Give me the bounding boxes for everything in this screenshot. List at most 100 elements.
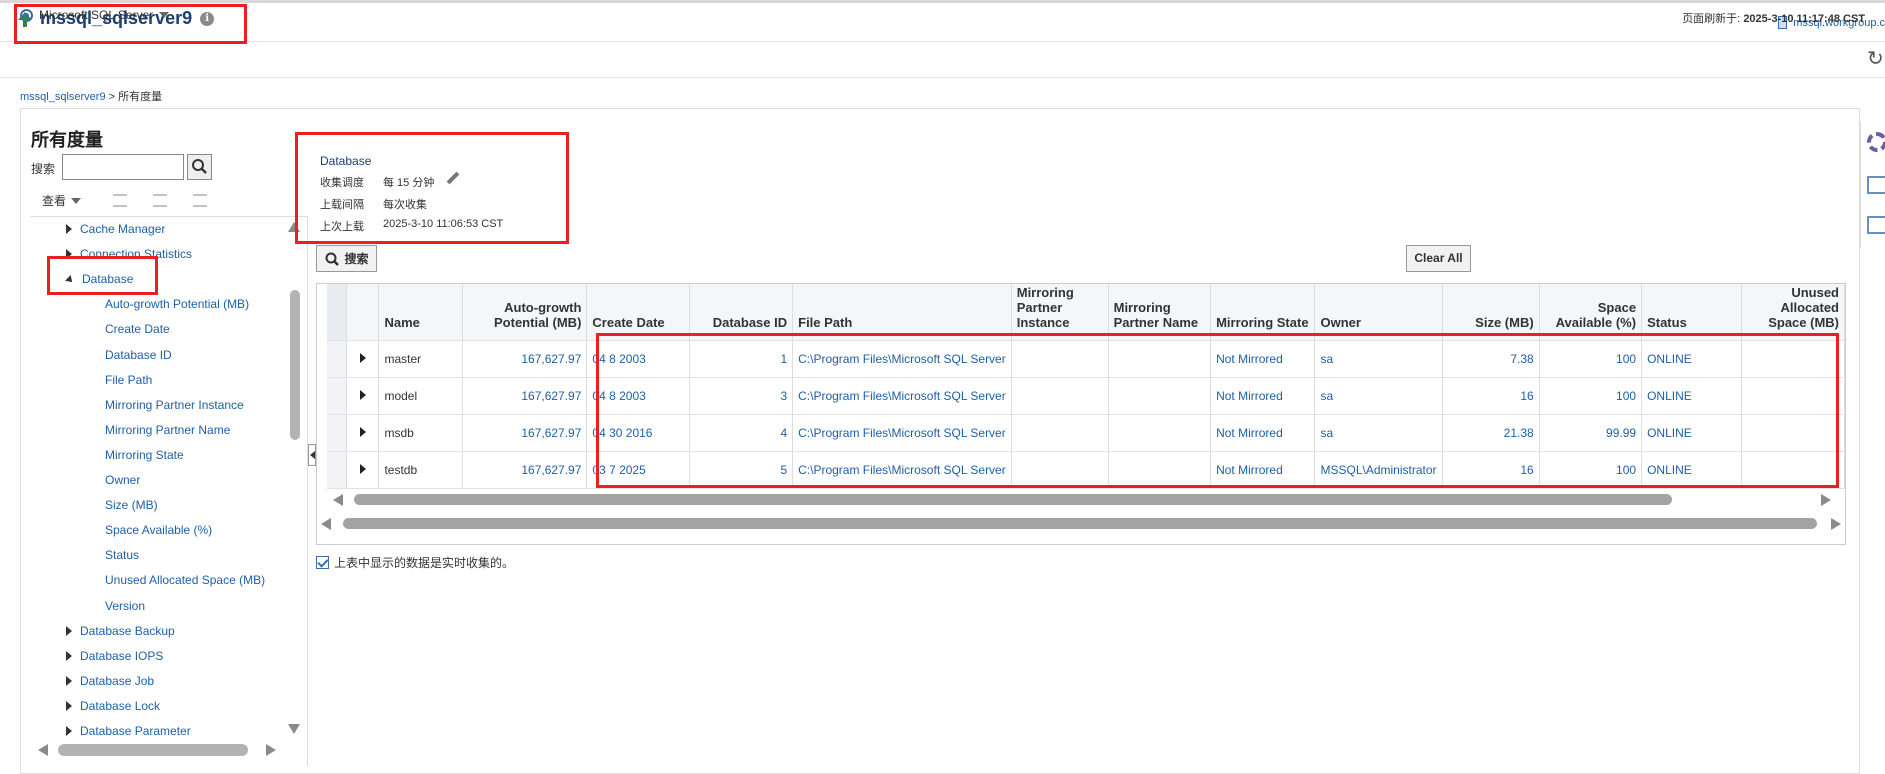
tree-scroll-right-icon[interactable] xyxy=(266,744,276,756)
refresh-icon[interactable]: ↻ xyxy=(1867,48,1885,70)
tree-vertical-scrollbar[interactable] xyxy=(290,290,300,440)
tree-item[interactable]: Auto-growth Potential (MB) xyxy=(105,297,249,311)
search-input[interactable] xyxy=(62,154,184,180)
row-expander[interactable] xyxy=(346,340,380,378)
grid-search-label[interactable]: 搜索 xyxy=(344,250,368,267)
collapse-all-icon[interactable] xyxy=(153,194,168,207)
breadcrumb-parent[interactable]: mssql_sqlserver9 xyxy=(20,91,106,103)
cell-autogrowth[interactable]: 167,627.97 xyxy=(462,340,588,378)
collapsed-arrow-icon[interactable] xyxy=(66,625,72,636)
tree-item[interactable]: File Path xyxy=(105,373,152,387)
grid-horizontal-scrollbar[interactable] xyxy=(354,494,1672,505)
tree-item-label[interactable]: Mirroring Partner Instance xyxy=(105,398,244,412)
expand-row-icon[interactable] xyxy=(359,389,366,400)
row-selector[interactable] xyxy=(327,414,348,452)
grid-search-button[interactable]: 搜索 xyxy=(316,245,377,272)
tree-item[interactable]: Database Job xyxy=(66,674,154,688)
grid-scroll-right-icon[interactable] xyxy=(1821,494,1831,506)
tree-item[interactable]: Space Available (%) xyxy=(105,523,212,537)
tree-item-label[interactable]: Create Date xyxy=(105,322,170,336)
panel-splitter[interactable] xyxy=(308,444,316,466)
tree-item-label[interactable]: Status xyxy=(105,548,139,562)
tree-item-label[interactable]: File Path xyxy=(105,373,152,387)
tree-item[interactable]: Cache Manager xyxy=(66,222,165,236)
row-expander[interactable] xyxy=(346,377,380,415)
tree-item-label[interactable]: Unused Allocated Space (MB) xyxy=(105,573,265,587)
column-header-mirroring-partner-name[interactable]: Mirroring Partner Name xyxy=(1108,284,1212,341)
tree-item[interactable]: Database IOPS xyxy=(66,649,163,663)
expand-row-icon[interactable] xyxy=(359,463,366,474)
tree-item[interactable]: Unused Allocated Space (MB) xyxy=(105,573,265,587)
cell-autogrowth[interactable]: 167,627.97 xyxy=(462,414,588,452)
tree-item-label[interactable]: Auto-growth Potential (MB) xyxy=(105,297,249,311)
outer-horizontal-scrollbar[interactable] xyxy=(343,518,1817,529)
row-selector[interactable] xyxy=(327,340,348,378)
tree-item-label[interactable]: Database IOPS xyxy=(80,649,163,663)
tree-item-label[interactable]: Database Job xyxy=(80,674,154,688)
tree-scroll-left-icon[interactable] xyxy=(38,744,48,756)
tree-item[interactable]: Create Date xyxy=(105,322,170,336)
tree-item-label[interactable]: Database Backup xyxy=(80,624,175,638)
tree-item-label[interactable]: Cache Manager xyxy=(80,222,165,236)
grid-scroll-left-icon[interactable] xyxy=(333,494,343,506)
tree-item-label[interactable]: Database ID xyxy=(105,348,172,362)
tree-item[interactable]: Mirroring Partner Instance xyxy=(105,398,244,412)
tree-scroll-down-icon[interactable] xyxy=(288,724,300,734)
search-button[interactable] xyxy=(187,154,212,180)
row-selector[interactable] xyxy=(327,377,348,415)
clear-all-button[interactable]: Clear All xyxy=(1406,245,1471,272)
tree-item[interactable]: Database Parameter xyxy=(66,724,191,738)
column-header-size[interactable]: Size (MB) xyxy=(1442,284,1540,341)
chevron-down-icon[interactable] xyxy=(71,197,82,204)
column-header-status[interactable]: Status xyxy=(1641,284,1743,341)
tree-horizontal-scrollbar[interactable] xyxy=(58,744,248,756)
column-header-mirroring-state[interactable]: Mirroring State xyxy=(1210,284,1316,341)
tree-item-label[interactable]: Database Parameter xyxy=(80,724,191,738)
tree-item-label[interactable]: Space Available (%) xyxy=(105,523,212,537)
gear-icon[interactable] xyxy=(1867,132,1885,152)
tree-item-label[interactable]: Mirroring State xyxy=(105,448,184,462)
tree-item[interactable]: Mirroring State xyxy=(105,448,184,462)
cell-autogrowth[interactable]: 167,627.97 xyxy=(462,451,588,489)
tree-item-label[interactable]: Version xyxy=(105,599,145,613)
expand-row-icon[interactable] xyxy=(359,426,366,437)
tree-item[interactable]: Owner xyxy=(105,473,140,487)
tree-item-label[interactable]: Database Lock xyxy=(80,699,160,713)
tree-item-label[interactable]: Owner xyxy=(105,473,140,487)
column-header-autogrowth[interactable]: Auto-growth Potential (MB) xyxy=(462,284,588,341)
expand-all-icon[interactable] xyxy=(113,194,128,207)
row-selector[interactable] xyxy=(327,451,348,489)
view-menu[interactable]: 查看 xyxy=(42,192,208,209)
outer-scroll-left-icon[interactable] xyxy=(321,518,331,530)
column-header-unused-space[interactable]: Unused Allocated Space (MB) xyxy=(1741,284,1845,341)
column-header-owner[interactable]: Owner xyxy=(1314,284,1443,341)
tree-item[interactable]: Mirroring Partner Name xyxy=(105,423,230,437)
cell-autogrowth[interactable]: 167,627.97 xyxy=(462,377,588,415)
tree-item[interactable]: Version xyxy=(105,599,145,613)
tree-item[interactable]: Database Backup xyxy=(66,624,175,638)
column-header-file-path[interactable]: File Path xyxy=(792,284,1012,341)
chart-panel-icon[interactable] xyxy=(1867,176,1885,194)
expand-row-icon[interactable] xyxy=(359,352,366,363)
collapsed-arrow-icon[interactable] xyxy=(66,650,72,661)
collapsed-arrow-icon[interactable] xyxy=(66,224,72,234)
tree-item[interactable]: Size (MB) xyxy=(105,498,158,512)
column-header-create-date[interactable]: Create Date xyxy=(586,284,690,341)
collapsed-arrow-icon[interactable] xyxy=(66,700,72,711)
collapse-panel-icon[interactable] xyxy=(310,451,315,459)
column-header-mirroring-partner-instance[interactable]: Mirroring Partner Instance xyxy=(1011,284,1109,341)
detach-icon[interactable] xyxy=(193,194,208,207)
tree-item-label[interactable]: Mirroring Partner Name xyxy=(105,423,230,437)
collapsed-arrow-icon[interactable] xyxy=(66,726,72,736)
column-header-database-id[interactable]: Database ID xyxy=(689,284,794,341)
tree-item[interactable]: Database ID xyxy=(105,348,172,362)
tree-item-label[interactable]: Size (MB) xyxy=(105,498,158,512)
column-header-space-available[interactable]: Space Available (%) xyxy=(1539,284,1643,341)
outer-scroll-right-icon[interactable] xyxy=(1831,518,1841,530)
row-expander[interactable] xyxy=(346,414,380,452)
tree-item[interactable]: Status xyxy=(105,548,139,562)
column-header-name[interactable]: Name xyxy=(378,284,463,341)
tree-item[interactable]: Database Lock xyxy=(66,699,160,713)
collapsed-arrow-icon[interactable] xyxy=(66,675,72,686)
view-menu-label[interactable]: 查看 xyxy=(42,192,66,209)
